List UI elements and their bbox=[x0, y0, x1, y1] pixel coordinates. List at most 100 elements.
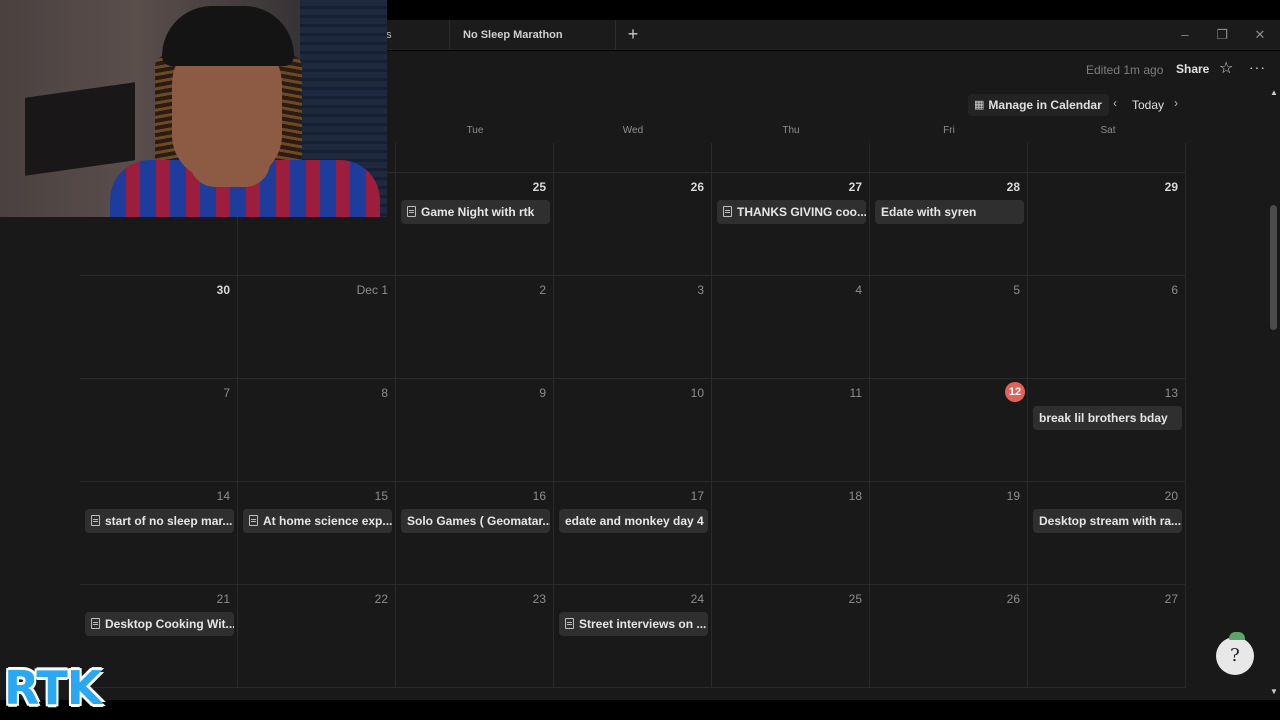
day-number: 28 bbox=[1006, 180, 1020, 194]
calendar-day-cell[interactable]: 25 Game Night with rtk bbox=[396, 173, 554, 276]
event-title: Solo Games ( Geomatar... bbox=[407, 514, 550, 528]
calendar-day-cell[interactable]: 23 bbox=[396, 585, 554, 688]
event-title: Desktop stream with ra... bbox=[1039, 514, 1182, 528]
day-number: 27 bbox=[1164, 592, 1178, 606]
manage-in-calendar-button[interactable]: ▦ Manage in Calendar bbox=[968, 94, 1109, 116]
tab-label: No Sleep Marathon bbox=[463, 29, 563, 41]
event-title: break lil brothers bday bbox=[1039, 411, 1168, 425]
page-icon bbox=[91, 515, 100, 526]
calendar-event[interactable]: Game Night with rtk bbox=[401, 200, 550, 224]
calendar-day-cell[interactable]: 16 Solo Games ( Geomatar... bbox=[396, 482, 554, 585]
day-number: 30 bbox=[216, 283, 230, 297]
calendar-day-cell[interactable]: 17 edate and monkey day 4 bbox=[554, 482, 712, 585]
help-icon[interactable]: ? bbox=[1216, 632, 1254, 675]
calendar-day-cell[interactable]: 26 bbox=[554, 173, 712, 276]
calendar-day-cell[interactable] bbox=[870, 143, 1028, 173]
day-number: 25 bbox=[848, 592, 862, 606]
calendar-day-cell[interactable] bbox=[712, 143, 870, 173]
maximize-icon[interactable]: ❐ bbox=[1212, 25, 1232, 45]
calendar-day-cell[interactable]: 28 Edate with syren bbox=[870, 173, 1028, 276]
calendar-day-cell[interactable] bbox=[554, 143, 712, 173]
webcam-neck bbox=[190, 162, 270, 187]
scroll-down-icon[interactable]: ▼ bbox=[1270, 687, 1278, 696]
weekday-header-wed: Wed bbox=[622, 125, 644, 136]
calendar-day-cell[interactable]: 13 break lil brothers bday bbox=[1028, 379, 1186, 482]
calendar-day-cell[interactable]: 8 bbox=[238, 379, 396, 482]
page-icon bbox=[91, 618, 100, 629]
calendar-day-cell[interactable]: Dec 1 bbox=[238, 276, 396, 379]
rtk-logo: RTK bbox=[4, 661, 102, 715]
calendar-day-cell[interactable] bbox=[1028, 143, 1186, 173]
event-title: At home science exp... bbox=[263, 514, 392, 528]
day-number: 2 bbox=[539, 283, 546, 297]
day-number: 25 bbox=[532, 180, 546, 194]
favorite-star-icon[interactable]: ☆ bbox=[1219, 58, 1233, 78]
calendar-event[interactable]: At home science exp... bbox=[243, 509, 392, 533]
day-number: 19 bbox=[1006, 489, 1020, 503]
calendar-day-cell[interactable]: 3 bbox=[554, 276, 712, 379]
calendar-event[interactable]: edate and monkey day 4 bbox=[559, 509, 708, 533]
today-date-badge: 12 bbox=[1005, 382, 1025, 402]
calendar-event[interactable]: THANKS GIVING coo... bbox=[717, 200, 866, 224]
calendar-day-cell[interactable]: 4 bbox=[712, 276, 870, 379]
calendar-day-cell[interactable] bbox=[396, 143, 554, 173]
calendar-day-cell[interactable]: 5 bbox=[870, 276, 1028, 379]
more-options-icon[interactable]: ··· bbox=[1249, 59, 1266, 75]
calendar-event[interactable]: Street interviews on ... bbox=[559, 612, 708, 636]
day-number: 16 bbox=[532, 489, 546, 503]
page-icon bbox=[565, 618, 574, 629]
event-title: Desktop Cooking Wit... bbox=[105, 617, 234, 631]
next-month-icon[interactable]: › bbox=[1174, 96, 1178, 110]
calendar-day-cell[interactable]: 27 THANKS GIVING coo... bbox=[712, 173, 870, 276]
calendar-day-cell[interactable]: 29 bbox=[1028, 173, 1186, 276]
calendar-event[interactable]: break lil brothers bday bbox=[1033, 406, 1182, 430]
calendar-day-cell[interactable]: 20 Desktop stream with ra... bbox=[1028, 482, 1186, 585]
calendar-day-cell[interactable]: 9 bbox=[396, 379, 554, 482]
calendar-day-cell[interactable]: 15 At home science exp... bbox=[238, 482, 396, 585]
tab-previous[interactable]: ns bbox=[380, 20, 450, 50]
calendar-event[interactable]: Edate with syren bbox=[875, 200, 1024, 224]
calendar-event[interactable]: Desktop Cooking Wit... bbox=[85, 612, 234, 636]
manage-label: Manage in Calendar bbox=[988, 98, 1102, 112]
calendar-day-cell[interactable]: 18 bbox=[712, 482, 870, 585]
calendar-day-cell[interactable]: 26 bbox=[870, 585, 1028, 688]
calendar-day-cell[interactable]: 10 bbox=[554, 379, 712, 482]
new-tab-icon[interactable]: + bbox=[624, 25, 642, 43]
weekday-header-sat: Sat bbox=[1100, 125, 1116, 136]
day-number: 17 bbox=[690, 489, 704, 503]
day-number: 6 bbox=[1171, 283, 1178, 297]
calendar-day-cell[interactable]: 19 bbox=[870, 482, 1028, 585]
day-number: 26 bbox=[690, 180, 704, 194]
calendar-day-cell[interactable]: 25 bbox=[712, 585, 870, 688]
previous-month-icon[interactable]: ‹ bbox=[1113, 96, 1117, 110]
tab-no-sleep-marathon[interactable]: No Sleep Marathon bbox=[451, 20, 616, 50]
vertical-scrollbar[interactable]: ▲ bbox=[1268, 84, 1280, 700]
share-button[interactable]: Share bbox=[1176, 62, 1209, 76]
calendar-day-cell[interactable]: 22 bbox=[238, 585, 396, 688]
today-button[interactable]: Today bbox=[1132, 98, 1164, 112]
edited-status: Edited 1m ago bbox=[1086, 63, 1164, 77]
day-number: Dec 1 bbox=[356, 283, 388, 297]
calendar-day-cell[interactable]: 12 bbox=[870, 379, 1028, 482]
weekday-header-thu: Thu bbox=[782, 125, 800, 136]
calendar-day-cell[interactable]: 14 start of no sleep mar... bbox=[80, 482, 238, 585]
calendar-day-cell[interactable]: 27 bbox=[1028, 585, 1186, 688]
day-number: 7 bbox=[223, 386, 230, 400]
calendar-day-cell[interactable]: 30 bbox=[80, 276, 238, 379]
calendar-day-cell[interactable]: 2 bbox=[396, 276, 554, 379]
day-number: 20 bbox=[1164, 489, 1178, 503]
scroll-up-icon[interactable]: ▲ bbox=[1270, 88, 1278, 97]
minimize-icon[interactable]: – bbox=[1175, 25, 1195, 45]
calendar-event[interactable]: start of no sleep mar... bbox=[85, 509, 234, 533]
event-title: Game Night with rtk bbox=[421, 205, 535, 219]
day-number: 4 bbox=[855, 283, 862, 297]
scrollbar-thumb[interactable] bbox=[1270, 205, 1277, 330]
calendar-day-cell[interactable]: 11 bbox=[712, 379, 870, 482]
calendar-event[interactable]: Desktop stream with ra... bbox=[1033, 509, 1182, 533]
day-number: 27 bbox=[848, 180, 862, 194]
calendar-event[interactable]: Solo Games ( Geomatar... bbox=[401, 509, 550, 533]
close-icon[interactable]: ✕ bbox=[1250, 25, 1270, 45]
calendar-day-cell[interactable]: 7 bbox=[80, 379, 238, 482]
calendar-day-cell[interactable]: 24 Street interviews on ... bbox=[554, 585, 712, 688]
calendar-day-cell[interactable]: 6 bbox=[1028, 276, 1186, 379]
